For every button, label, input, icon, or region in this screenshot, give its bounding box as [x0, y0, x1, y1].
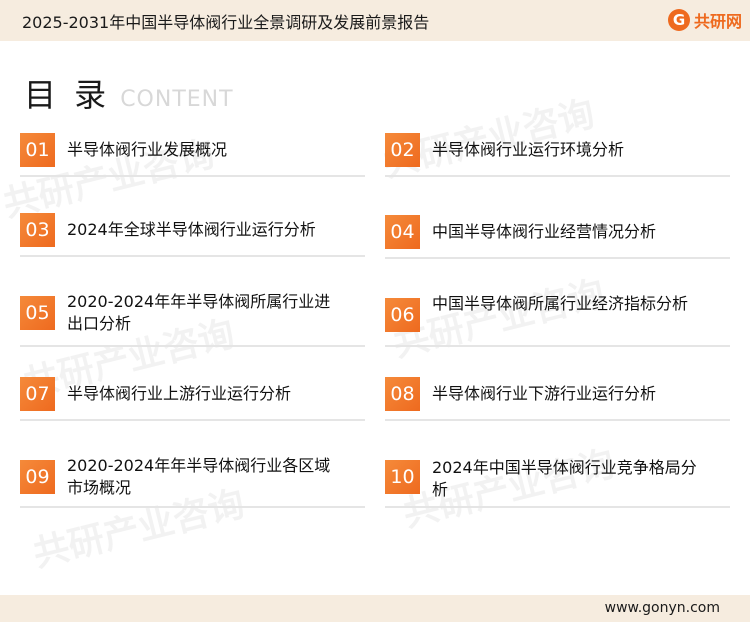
toc-number-badge: 03 [20, 213, 55, 247]
toc-number-badge: 09 [20, 460, 55, 494]
toc-item-label: 2020-2024年年半导体阀所属行业进出口分析 [67, 292, 331, 333]
report-title: 2025-2031年中国半导体阀行业全景调研及发展前景报告 [22, 13, 430, 32]
toc-item-label: 半导体阀行业发展概况 [67, 140, 228, 159]
toc-item-01[interactable]: 01 半导体阀行业发展概况 [20, 131, 360, 171]
toc-item-10[interactable]: 10 2024年中国半导体阀行业竞争格局分析 [385, 457, 725, 499]
divider [385, 257, 730, 259]
toc-item-label: 中国半导体阀所属行业经济指标分析 [432, 294, 689, 313]
toc-item-label: 2020-2024年年半导体阀行业各区域市场概况 [67, 456, 331, 497]
footer-bar: www.gonyn.com [0, 595, 750, 622]
toc-item-label: 半导体阀行业下游行业运行分析 [432, 384, 657, 403]
toc-item-03[interactable]: 03 2024年全球半导体阀行业运行分析 [20, 211, 360, 251]
divider [385, 419, 730, 421]
toc-item-label: 半导体阀行业运行环境分析 [432, 140, 625, 159]
divider [385, 175, 730, 177]
toc-number-badge: 06 [385, 298, 420, 332]
toc-item-label: 中国半导体阀行业经营情况分析 [432, 222, 657, 241]
divider [385, 506, 730, 508]
toc-heading: 目 录 CONTENT [24, 70, 234, 116]
toc-number-badge: 04 [385, 215, 420, 249]
logo-text: 共研网 [693, 12, 742, 31]
header-bar: 2025-2031年中国半导体阀行业全景调研及发展前景报告 G 共研网 [0, 0, 750, 41]
divider [20, 419, 365, 421]
brand-logo: G 共研网 [667, 7, 742, 33]
toc-number-badge: 02 [385, 133, 420, 167]
toc-number-badge: 05 [20, 296, 55, 330]
toc-item-04[interactable]: 04 中国半导体阀行业经营情况分析 [385, 213, 725, 253]
toc-item-07[interactable]: 07 半导体阀行业上游行业运行分析 [20, 375, 360, 415]
toc-item-05[interactable]: 05 2020-2024年年半导体阀所属行业进出口分析 [20, 291, 360, 333]
toc-number-badge: 01 [20, 133, 55, 167]
toc-item-02[interactable]: 02 半导体阀行业运行环境分析 [385, 131, 725, 171]
toc-heading-title: 目 录 [24, 76, 111, 114]
divider [20, 175, 365, 177]
logo-icon: G [667, 9, 690, 31]
toc-number-badge: 07 [20, 377, 55, 411]
toc-number-badge: 08 [385, 377, 420, 411]
toc-item-09[interactable]: 09 2020-2024年年半导体阀行业各区域市场概况 [20, 455, 360, 497]
toc-heading-subtitle: CONTENT [120, 87, 234, 112]
toc-item-label: 2024年中国半导体阀行业竞争格局分析 [432, 458, 697, 499]
toc-item-08[interactable]: 08 半导体阀行业下游行业运行分析 [385, 375, 725, 415]
toc-item-label: 2024年全球半导体阀行业运行分析 [67, 220, 316, 239]
divider [20, 506, 365, 508]
divider [20, 345, 365, 347]
toc-number-badge: 10 [385, 460, 420, 494]
toc-item-06[interactable]: 06 中国半导体阀所属行业经济指标分析 [385, 293, 725, 333]
divider [385, 345, 730, 347]
footer-website-link[interactable]: www.gonyn.com [605, 600, 720, 616]
divider [20, 255, 365, 257]
toc-item-label: 半导体阀行业上游行业运行分析 [67, 384, 292, 403]
